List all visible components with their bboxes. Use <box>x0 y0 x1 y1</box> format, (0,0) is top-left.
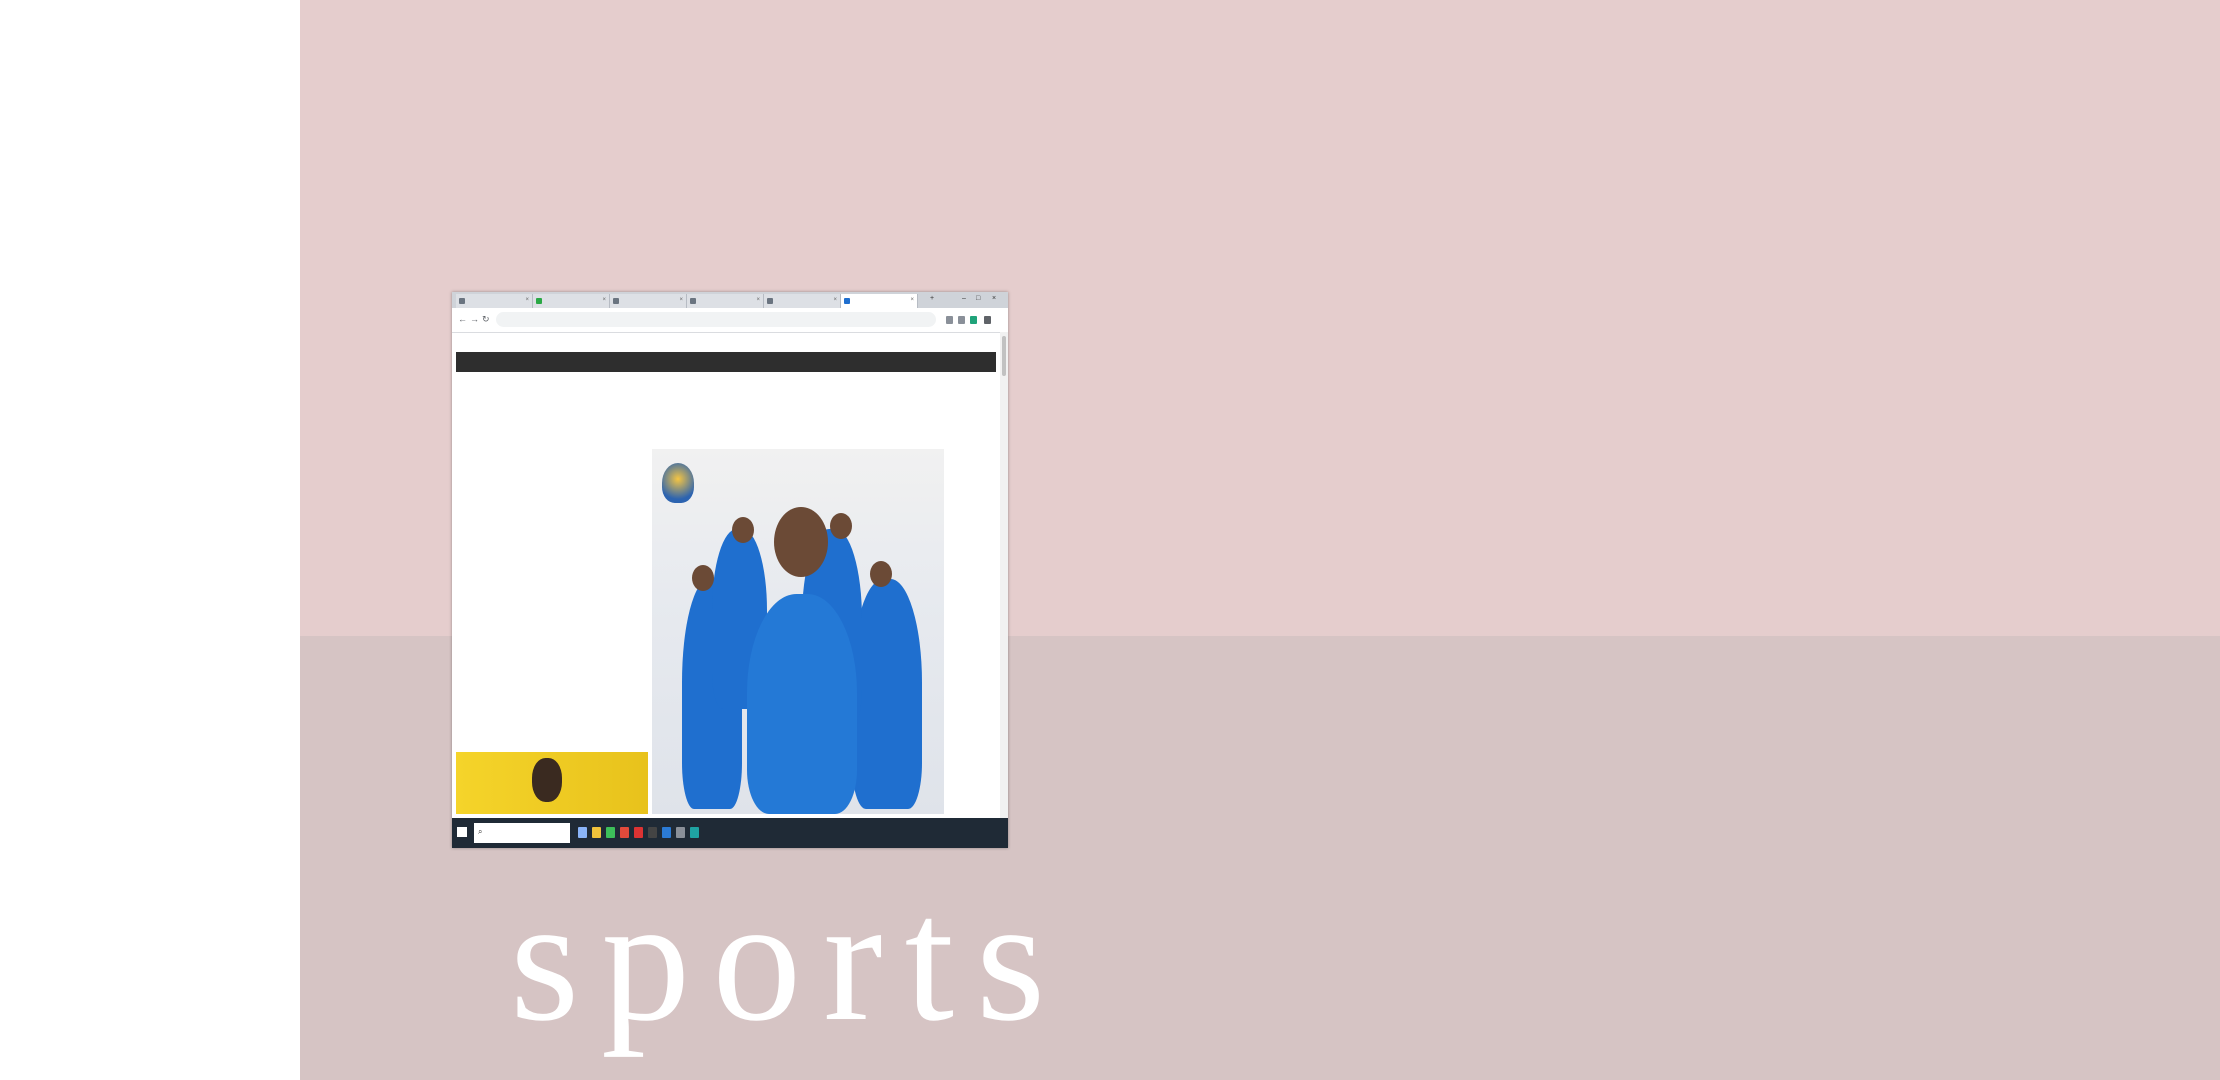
app-icon[interactable] <box>648 827 657 838</box>
close-icon[interactable]: × <box>756 297 760 303</box>
address-bar: ← → ↻ <box>452 308 1008 333</box>
team-logo <box>662 463 694 503</box>
search-icon: ⌕ <box>478 827 483 836</box>
app-icon[interactable] <box>634 827 643 838</box>
browser-tab[interactable]: × <box>764 294 841 308</box>
browser-tab-active[interactable]: × <box>841 294 918 308</box>
browser-tab-bar: × × × × × × + – □ × <box>452 292 1008 308</box>
browser-tab[interactable]: × <box>456 294 533 308</box>
back-icon[interactable]: ← <box>458 314 467 324</box>
app-icon[interactable] <box>676 827 685 838</box>
extension-icon[interactable] <box>946 316 953 324</box>
close-icon[interactable]: × <box>679 297 683 303</box>
player-head <box>732 517 754 543</box>
left-margin <box>0 0 300 1080</box>
tab-favicon-icon <box>536 298 542 304</box>
site-nav-menu <box>456 352 996 372</box>
slide-caption: sports <box>510 860 1068 1058</box>
taskbar-search-input[interactable]: ⌕ <box>474 823 570 843</box>
browser-tab[interactable]: × <box>610 294 687 308</box>
file-explorer-icon[interactable] <box>592 827 601 838</box>
maximize-icon[interactable]: □ <box>976 295 980 302</box>
page-scrollbar[interactable] <box>1000 332 1008 818</box>
close-icon[interactable]: × <box>910 297 914 303</box>
tab-favicon-icon <box>459 298 465 304</box>
close-icon[interactable]: × <box>602 297 606 303</box>
windows-taskbar: ⌕ <box>452 818 1008 848</box>
player-head <box>532 758 562 802</box>
close-icon[interactable]: × <box>833 297 837 303</box>
tab-favicon-icon <box>767 298 773 304</box>
url-input[interactable] <box>496 312 936 327</box>
extension-icon[interactable] <box>970 316 977 324</box>
taskview-icon[interactable] <box>578 827 587 838</box>
tab-favicon-icon <box>690 298 696 304</box>
windows-start-icon[interactable] <box>457 827 467 837</box>
scrollbar-thumb[interactable] <box>1002 336 1006 376</box>
embedded-screenshot: × × × × × × + – □ × ← → ↻ ⌕ <box>452 292 1008 848</box>
player-figure <box>852 579 922 809</box>
reload-icon[interactable]: ↻ <box>482 314 490 325</box>
close-icon[interactable]: × <box>525 297 529 303</box>
close-window-icon[interactable]: × <box>992 295 996 302</box>
chrome-icon[interactable] <box>606 827 615 838</box>
minimize-icon[interactable]: – <box>962 295 966 302</box>
player-thumbnail-image <box>456 752 648 814</box>
app-icon[interactable] <box>690 827 699 838</box>
team-poster-image <box>652 449 944 814</box>
app-icon[interactable] <box>662 827 671 838</box>
player-head <box>870 561 892 587</box>
player-head <box>692 565 714 591</box>
browser-tab[interactable]: × <box>687 294 764 308</box>
player-head <box>830 513 852 539</box>
app-icon[interactable] <box>620 827 629 838</box>
tab-favicon-icon <box>613 298 619 304</box>
player-head <box>774 507 828 577</box>
player-figure <box>747 594 857 814</box>
forward-icon[interactable]: → <box>470 314 479 324</box>
browser-tab[interactable]: × <box>533 294 610 308</box>
menu-icon[interactable] <box>984 316 991 324</box>
extension-icon[interactable] <box>958 316 965 324</box>
new-tab-icon[interactable]: + <box>930 295 934 302</box>
tab-favicon-icon <box>844 298 850 304</box>
